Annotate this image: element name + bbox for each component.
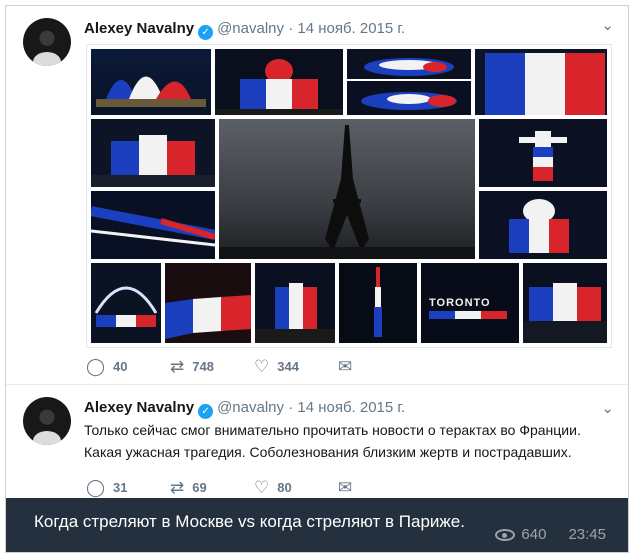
tweet-actions: ◯ 40 ⇄ 748 ♡ 344 ✉ [86, 358, 422, 375]
collage-photo-tower-building[interactable] [475, 49, 607, 115]
collage-photo-cn-tower[interactable] [339, 263, 417, 343]
reply-button[interactable]: ◯ 31 [86, 479, 170, 496]
bridge-shape [91, 206, 215, 247]
retweet-count: 69 [192, 480, 207, 495]
envelope-icon: ✉ [338, 478, 353, 497]
collage-photo-bridge[interactable] [91, 191, 215, 259]
collage-photo-eiffel-tower[interactable] [219, 119, 475, 259]
opera-house-shape [91, 76, 211, 115]
city-skyline-shape [255, 283, 335, 343]
dm-button[interactable]: ✉ [338, 479, 422, 496]
stadium-shape [364, 58, 454, 76]
collage-photo-city-hall[interactable] [215, 49, 343, 115]
retweet-button[interactable]: ⇄ 69 [170, 479, 254, 496]
reply-button[interactable]: ◯ 40 [86, 358, 170, 375]
author-handle[interactable]: @navalny [217, 20, 284, 37]
collage-photo-dome-building[interactable] [479, 191, 607, 259]
eiffel-tower-shape [219, 125, 475, 259]
verified-check-icon: ✓ [198, 404, 214, 419]
tweet-header: Alexey Navalny ✓ @navalny · 14 нояб. 2015 … [84, 399, 405, 419]
dm-button[interactable]: ✉ [338, 358, 422, 375]
reply-count: 40 [113, 359, 128, 374]
tweet-text: Только сейчас смог внимательно прочитать… [84, 419, 604, 463]
verified-check-icon: ✓ [198, 25, 214, 40]
tower-building-shape [485, 53, 605, 115]
tweet-text-line-2: Какая ужасная трагедия. Соболезнования б… [84, 444, 572, 460]
tweet-date[interactable]: · 14 нояб. 2015 г. [288, 399, 405, 416]
message-caption: Когда стреляют в Москве vs когда стреляю… [6, 498, 628, 552]
tweet-card-2[interactable]: Alexey Navalny ✓ @navalny · 14 нояб. 2015 … [6, 384, 628, 497]
chevron-down-icon[interactable]: ⌄ [601, 399, 614, 417]
like-button[interactable]: ♡ 344 [254, 358, 338, 375]
collage-photo-sydney-opera[interactable] [91, 49, 211, 115]
reply-icon: ◯ [86, 478, 106, 497]
collage-photo-arena[interactable] [347, 81, 471, 115]
retweet-count: 748 [192, 359, 214, 374]
reply-icon: ◯ [86, 357, 106, 376]
collage-photo-capitol[interactable] [91, 119, 215, 187]
sign-red-band [481, 311, 507, 319]
collage-photo-toronto-sign[interactable]: TORONTO [421, 263, 519, 343]
caption-text: Когда стреляют в Москве vs когда стреляю… [34, 512, 465, 531]
like-button[interactable]: ♡ 80 [254, 479, 338, 496]
collage-photo-christ-redeemer[interactable] [479, 119, 607, 187]
sign-white-band [455, 311, 481, 319]
photo-collage[interactable]: TORONTO [86, 44, 612, 348]
crowd-flag-shape [165, 295, 251, 339]
collage-photo-city-skyline[interactable] [255, 263, 335, 343]
tweet-actions: ◯ 31 ⇄ 69 ♡ 80 ✉ [86, 479, 422, 496]
tweet-card-1[interactable]: Alexey Navalny ✓ @navalny · 14 нояб. 2015 … [6, 6, 628, 384]
sign-blue-band [429, 311, 455, 319]
chevron-down-icon[interactable]: ⌄ [601, 16, 614, 34]
christ-redeemer-shape [519, 131, 567, 181]
retweet-icon: ⇄ [170, 357, 185, 376]
author-name[interactable]: Alexey Navalny [84, 399, 194, 416]
tweet-text-line-1: Только сейчас смог внимательно прочитать… [84, 422, 581, 438]
cn-tower-shape [374, 267, 382, 337]
collage-photo-stadium[interactable] [347, 49, 471, 79]
message-time: 23:45 [568, 526, 606, 543]
museum-shape [523, 283, 607, 343]
post-frame: Alexey Navalny ✓ @navalny · 14 нояб. 2015 … [5, 5, 629, 553]
view-count: 640 [521, 526, 547, 543]
dome-building-shape [509, 199, 569, 253]
wembley-shape [94, 286, 158, 327]
tweet-date[interactable]: · 14 нояб. 2015 г. [288, 20, 405, 37]
heart-icon: ♡ [254, 478, 270, 497]
reply-count: 31 [113, 480, 128, 495]
toronto-sign-text: TORONTO [429, 297, 491, 309]
envelope-icon: ✉ [338, 357, 353, 376]
collage-photo-wembley[interactable] [91, 263, 161, 343]
collage-photo-museum[interactable] [523, 263, 607, 343]
city-hall-shape [215, 59, 343, 115]
avatar[interactable] [23, 18, 71, 66]
arena-shape [361, 92, 457, 110]
message-meta: 640 23:45 [495, 526, 606, 543]
avatar[interactable] [23, 397, 71, 445]
eye-icon [495, 528, 516, 541]
like-count: 80 [277, 480, 292, 495]
capitol-shape [91, 135, 215, 187]
retweet-button[interactable]: ⇄ 748 [170, 358, 254, 375]
author-handle[interactable]: @navalny [217, 399, 284, 416]
heart-icon: ♡ [254, 357, 270, 376]
retweet-icon: ⇄ [170, 478, 185, 497]
tweet-header: Alexey Navalny ✓ @navalny · 14 нояб. 2015 … [84, 20, 405, 40]
author-name[interactable]: Alexey Navalny [84, 20, 194, 37]
collage-photo-crowd-flag[interactable] [165, 263, 251, 343]
like-count: 344 [277, 359, 299, 374]
